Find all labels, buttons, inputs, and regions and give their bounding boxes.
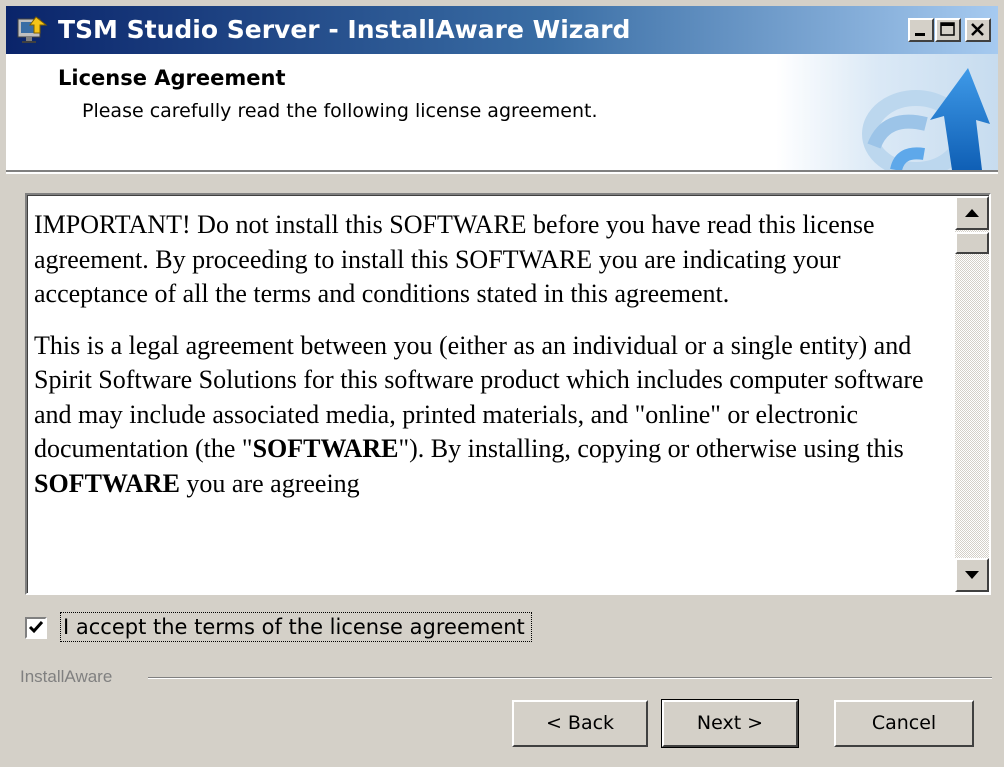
accept-checkbox[interactable]: [25, 617, 47, 639]
maximize-button[interactable]: [935, 18, 961, 42]
license-text-run: "). By installing, copying or otherwise …: [398, 434, 904, 463]
arrow-down-icon: [965, 571, 979, 579]
minimize-button[interactable]: [908, 18, 934, 42]
license-text-bold: SOFTWARE: [34, 468, 180, 498]
license-text-bold: SOFTWARE: [252, 434, 399, 463]
installer-icon: [17, 16, 48, 43]
title-bar[interactable]: TSM Studio Server - InstallAware Wizard: [6, 6, 998, 54]
back-button[interactable]: < Back: [512, 700, 648, 747]
arrow-up-icon: [965, 209, 979, 217]
page-title: License Agreement: [58, 66, 286, 90]
scroll-up-button[interactable]: [955, 196, 989, 230]
installaware-arrow-logo: [776, 54, 998, 170]
wizard-header: License Agreement Please carefully read …: [6, 54, 998, 172]
license-text-run: you are agreeing: [179, 468, 360, 498]
checkmark-icon: [28, 621, 44, 634]
installer-window: TSM Studio Server - InstallAware Wizard …: [0, 0, 1004, 767]
license-paragraph: This is a legal agreement between you (e…: [34, 329, 954, 502]
scroll-down-button[interactable]: [955, 558, 989, 592]
license-paragraph: IMPORTANT! Do not install this SOFTWARE …: [34, 210, 875, 308]
license-text-box[interactable]: IMPORTANT! Do not install this SOFTWARE …: [25, 193, 991, 595]
next-button[interactable]: Next >: [661, 699, 799, 748]
window-title: TSM Studio Server - InstallAware Wizard: [58, 15, 631, 44]
close-button[interactable]: [965, 18, 991, 42]
license-text: IMPORTANT! Do not install this SOFTWARE …: [34, 208, 954, 518]
cancel-button[interactable]: Cancel: [834, 700, 974, 747]
divider: [148, 677, 992, 679]
header-divider: [6, 172, 998, 174]
minimize-icon: [915, 33, 925, 36]
scroll-thumb[interactable]: [955, 232, 989, 254]
group-label: InstallAware: [20, 667, 113, 686]
close-icon: [971, 23, 984, 36]
vertical-scrollbar[interactable]: [955, 196, 989, 592]
page-subtitle: Please carefully read the following lice…: [82, 100, 598, 122]
accept-checkbox-label[interactable]: I accept the terms of the license agreem…: [60, 612, 532, 642]
maximize-icon: [940, 22, 955, 36]
